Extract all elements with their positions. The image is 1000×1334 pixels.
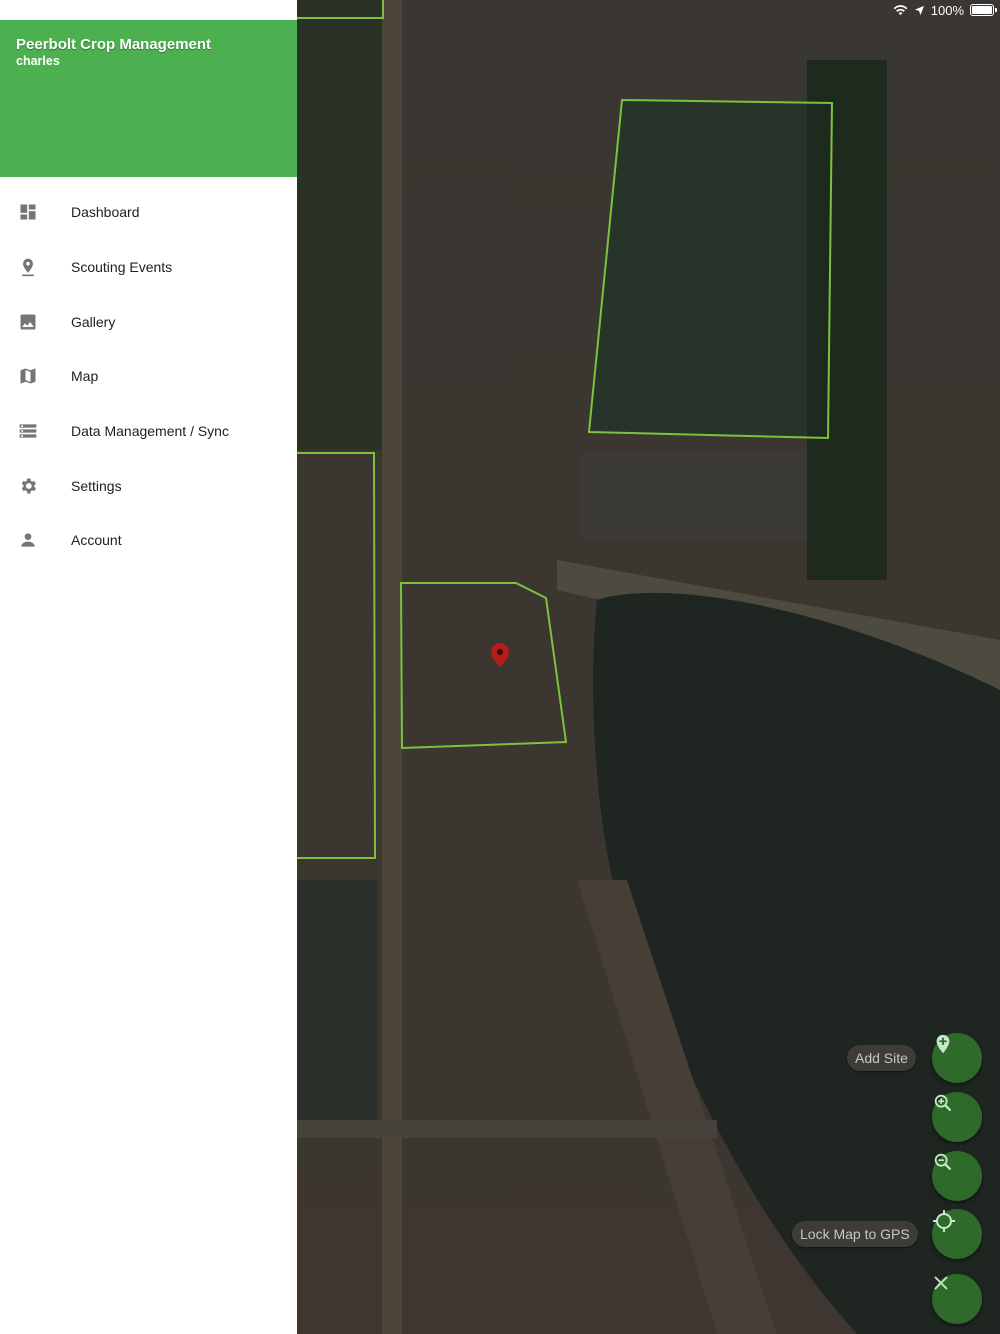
navigation-drawer: Peerbolt Crop Management charles Dashboa… xyxy=(0,0,297,1334)
menu-label: Gallery xyxy=(71,313,116,330)
status-bar: 100% xyxy=(893,0,997,20)
zoom-in-icon xyxy=(934,1094,952,1112)
storage-icon xyxy=(18,421,38,441)
battery-icon xyxy=(970,4,997,16)
add-location-icon xyxy=(936,1034,950,1054)
map-icon xyxy=(18,366,38,386)
zoom-in-button[interactable] xyxy=(932,1092,982,1142)
add-site-button[interactable] xyxy=(932,1033,982,1083)
menu-item-data-management-sync[interactable]: Data Management / Sync xyxy=(0,404,297,459)
drawer-menu: Dashboard Scouting Events Gallery Map Da… xyxy=(0,177,297,568)
person-icon xyxy=(18,530,38,550)
zoom-out-button[interactable] xyxy=(932,1151,982,1201)
menu-label: Settings xyxy=(71,477,122,494)
location-pin-icon xyxy=(18,257,38,277)
site-marker[interactable] xyxy=(491,643,509,667)
satellite-map[interactable]: Add Site Lock Map to GPS xyxy=(297,0,1000,1334)
close-menu-button[interactable] xyxy=(932,1274,982,1324)
menu-label: Dashboard xyxy=(71,204,140,221)
gear-icon xyxy=(18,476,38,496)
image-icon xyxy=(18,312,38,332)
menu-item-dashboard[interactable]: Dashboard xyxy=(0,185,297,240)
add-site-label[interactable]: Add Site xyxy=(847,1045,916,1071)
user-name: charles xyxy=(16,54,60,68)
location-arrow-icon xyxy=(914,5,924,15)
menu-label: Map xyxy=(71,368,99,385)
map-imagery xyxy=(297,0,1000,1334)
menu-item-scouting-events[interactable]: Scouting Events xyxy=(0,240,297,295)
wifi-icon xyxy=(893,5,908,15)
menu-label: Data Management / Sync xyxy=(71,423,229,440)
app-title: Peerbolt Crop Management xyxy=(16,36,212,53)
menu-item-map[interactable]: Map xyxy=(0,349,297,404)
menu-item-gallery[interactable]: Gallery xyxy=(0,294,297,349)
zoom-out-icon xyxy=(934,1153,952,1171)
menu-item-account[interactable]: Account xyxy=(0,513,297,568)
lock-gps-button[interactable] xyxy=(932,1209,982,1259)
battery-percent: 100% xyxy=(930,2,964,18)
dashboard-icon xyxy=(18,202,38,222)
gps-crosshair-icon xyxy=(933,1210,955,1232)
menu-label: Scouting Events xyxy=(71,259,173,276)
drawer-header: Peerbolt Crop Management charles xyxy=(0,20,297,177)
menu-item-settings[interactable]: Settings xyxy=(0,458,297,513)
menu-label: Account xyxy=(71,532,122,549)
lock-map-to-gps-label[interactable]: Lock Map to GPS xyxy=(792,1221,918,1247)
close-icon xyxy=(934,1276,948,1290)
